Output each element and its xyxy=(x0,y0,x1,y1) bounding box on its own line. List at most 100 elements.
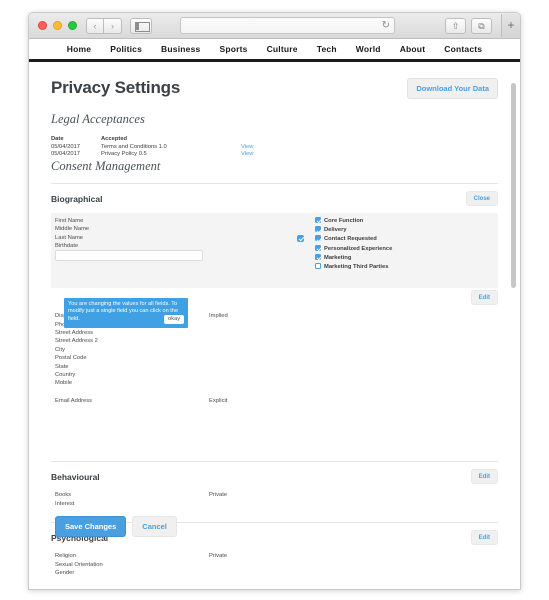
nav-item-culture[interactable]: Culture xyxy=(267,44,298,54)
behavioural-value-cell: Private xyxy=(209,491,289,508)
psychological-checkbox-cell xyxy=(289,552,315,577)
cell-date: 05/04/2017 xyxy=(51,143,81,150)
nav-item-business[interactable]: Business xyxy=(161,44,200,54)
consent-value: Explicit xyxy=(209,397,228,404)
sidebar-toggle-icon[interactable] xyxy=(130,17,152,34)
field-change-tooltip: You are changing the values for all fiel… xyxy=(64,298,188,328)
new-tab-button[interactable]: + xyxy=(501,14,520,37)
biographical-header: Biographical Close xyxy=(51,191,498,206)
field-label[interactable]: Middle Name xyxy=(55,225,209,233)
consent-option[interactable]: Core Function xyxy=(315,217,498,226)
consent-option-label: Personalized Experience xyxy=(324,245,393,252)
consent-option[interactable]: Contact Requested xyxy=(315,235,498,244)
nav-item-contacts[interactable]: Contacts xyxy=(444,44,482,54)
close-window-button[interactable] xyxy=(38,21,47,30)
biographical-group-1-value xyxy=(209,217,289,272)
field-label[interactable]: Country xyxy=(55,371,209,379)
field-label[interactable]: Street Address xyxy=(55,329,209,337)
browser-window: ‹ › ↻ ⇧ ⧉ + Home Politics Business Sports Cu… xyxy=(28,12,521,590)
share-icon[interactable]: ⇧ xyxy=(445,17,466,34)
biographical-group-2-checkbox-cell xyxy=(289,312,315,388)
save-changes-button[interactable]: Save Changes xyxy=(55,516,127,537)
field-label[interactable]: First Name xyxy=(55,217,209,225)
view-link[interactable]: View xyxy=(241,144,253,150)
consent-option[interactable]: Delivery xyxy=(315,226,498,235)
nav-item-sports[interactable]: Sports xyxy=(219,44,247,54)
zoom-window-button[interactable] xyxy=(68,21,77,30)
field-label[interactable]: Sexual Orientation xyxy=(55,561,209,569)
browser-titlebar: ‹ › ↻ ⇧ ⧉ + xyxy=(29,13,520,39)
nav-item-world[interactable]: World xyxy=(356,44,381,54)
biographical-group-3-consent-cell xyxy=(315,397,498,405)
consent-option[interactable]: Personalized Experience xyxy=(315,244,498,254)
window-controls xyxy=(38,21,77,30)
consent-option-label: Marketing xyxy=(324,254,352,261)
biographical-group-1: First Name Middle Name Last Name Birthdate … xyxy=(51,213,498,289)
checkbox-icon[interactable] xyxy=(315,244,321,251)
behavioural-header: Behavioural Edit xyxy=(51,469,498,485)
biographical-group-3-checkbox-cell xyxy=(289,397,315,405)
scrollbar-thumb[interactable] xyxy=(511,83,516,288)
consent-option-label: Marketing Third Parties xyxy=(324,264,389,271)
nav-item-about[interactable]: About xyxy=(400,44,426,54)
checkbox-icon[interactable] xyxy=(315,235,321,242)
page-title: Privacy Settings xyxy=(51,78,181,97)
section-behavioural: Behavioural Edit Books Interest Private xyxy=(51,461,498,516)
behavioural-edit-button[interactable]: Edit xyxy=(470,469,498,485)
consent-management-heading: Consent Management xyxy=(51,159,161,173)
page-header: Privacy Settings Download Your Data xyxy=(51,78,498,99)
reload-icon[interactable]: ↻ xyxy=(382,20,390,32)
download-your-data-button[interactable]: Download Your Data xyxy=(407,78,498,99)
field-label[interactable]: Religion xyxy=(55,552,209,560)
biographical-group-3-value-cell: Explicit xyxy=(209,397,289,405)
cell-view: View xyxy=(241,143,498,150)
consent-option[interactable]: Marketing xyxy=(315,253,498,263)
consent-value: Private xyxy=(209,553,228,560)
field-label[interactable]: Interest xyxy=(55,500,209,508)
biographical-group-3-labels: Email Address xyxy=(51,397,209,405)
toolbar-right-buttons: ⇧ ⧉ + xyxy=(445,14,520,37)
checkbox-icon[interactable] xyxy=(315,217,321,223)
field-label[interactable]: Email Address xyxy=(55,397,209,405)
legal-acceptances-table: Date Accepted 05/04/2017 Terms and Condit… xyxy=(51,136,498,157)
psychological-edit-button[interactable]: Edit xyxy=(470,530,498,546)
view-link[interactable]: View xyxy=(241,151,253,157)
behavioural-title: Behavioural xyxy=(51,471,100,482)
site-navigation: Home Politics Business Sports Culture Tech Wor… xyxy=(29,39,520,62)
field-label[interactable]: Postal Code xyxy=(55,354,209,362)
consent-option-label: Core Function xyxy=(324,218,364,224)
consent-option[interactable]: Marketing Third Parties xyxy=(315,263,498,272)
field-label[interactable]: Mobile xyxy=(55,379,209,387)
consent-value: Implied xyxy=(209,313,228,320)
address-bar[interactable]: ↻ xyxy=(180,17,395,34)
behavioural-fields: Books Interest Private xyxy=(51,491,498,516)
biographical-edit-button[interactable]: Edit xyxy=(470,290,498,306)
back-button[interactable]: ‹ xyxy=(86,17,104,34)
checkbox-icon[interactable] xyxy=(315,263,321,270)
field-label[interactable]: City xyxy=(55,346,209,354)
table-row: 05/04/2017 Terms and Conditions 1.0 View xyxy=(51,143,498,150)
biographical-group-1-labels: First Name Middle Name Last Name Birthdate xyxy=(51,217,209,272)
field-label[interactable]: Last Name xyxy=(55,234,209,242)
cancel-button[interactable]: Cancel xyxy=(132,516,177,537)
checkbox-icon[interactable] xyxy=(315,253,321,260)
field-label[interactable]: Gender xyxy=(55,569,209,577)
checkbox-icon[interactable] xyxy=(315,226,321,233)
nav-item-home[interactable]: Home xyxy=(67,44,91,54)
consent-option-label: Delivery xyxy=(324,227,347,234)
field-label[interactable]: Books xyxy=(55,491,209,499)
biographical-close-button[interactable]: Close xyxy=(465,191,498,206)
scrollbar-track[interactable] xyxy=(511,43,518,588)
nav-item-politics[interactable]: Politics xyxy=(110,44,142,54)
forward-button[interactable]: › xyxy=(104,17,122,34)
biographical-consent-options: Core Function Delivery Contact Requested Pe… xyxy=(315,217,498,272)
field-label[interactable]: Street Address 2 xyxy=(55,337,209,345)
cell-accepted: Terms and Conditions 1.0 xyxy=(101,143,167,150)
show-tabs-icon[interactable]: ⧉ xyxy=(471,17,492,34)
biographical-inline-input[interactable] xyxy=(55,250,203,261)
field-label[interactable]: State xyxy=(55,363,209,371)
tooltip-okay-button[interactable]: okay xyxy=(164,314,184,324)
master-checkbox[interactable] xyxy=(297,235,304,242)
minimize-window-button[interactable] xyxy=(53,21,62,30)
nav-item-tech[interactable]: Tech xyxy=(317,44,337,54)
